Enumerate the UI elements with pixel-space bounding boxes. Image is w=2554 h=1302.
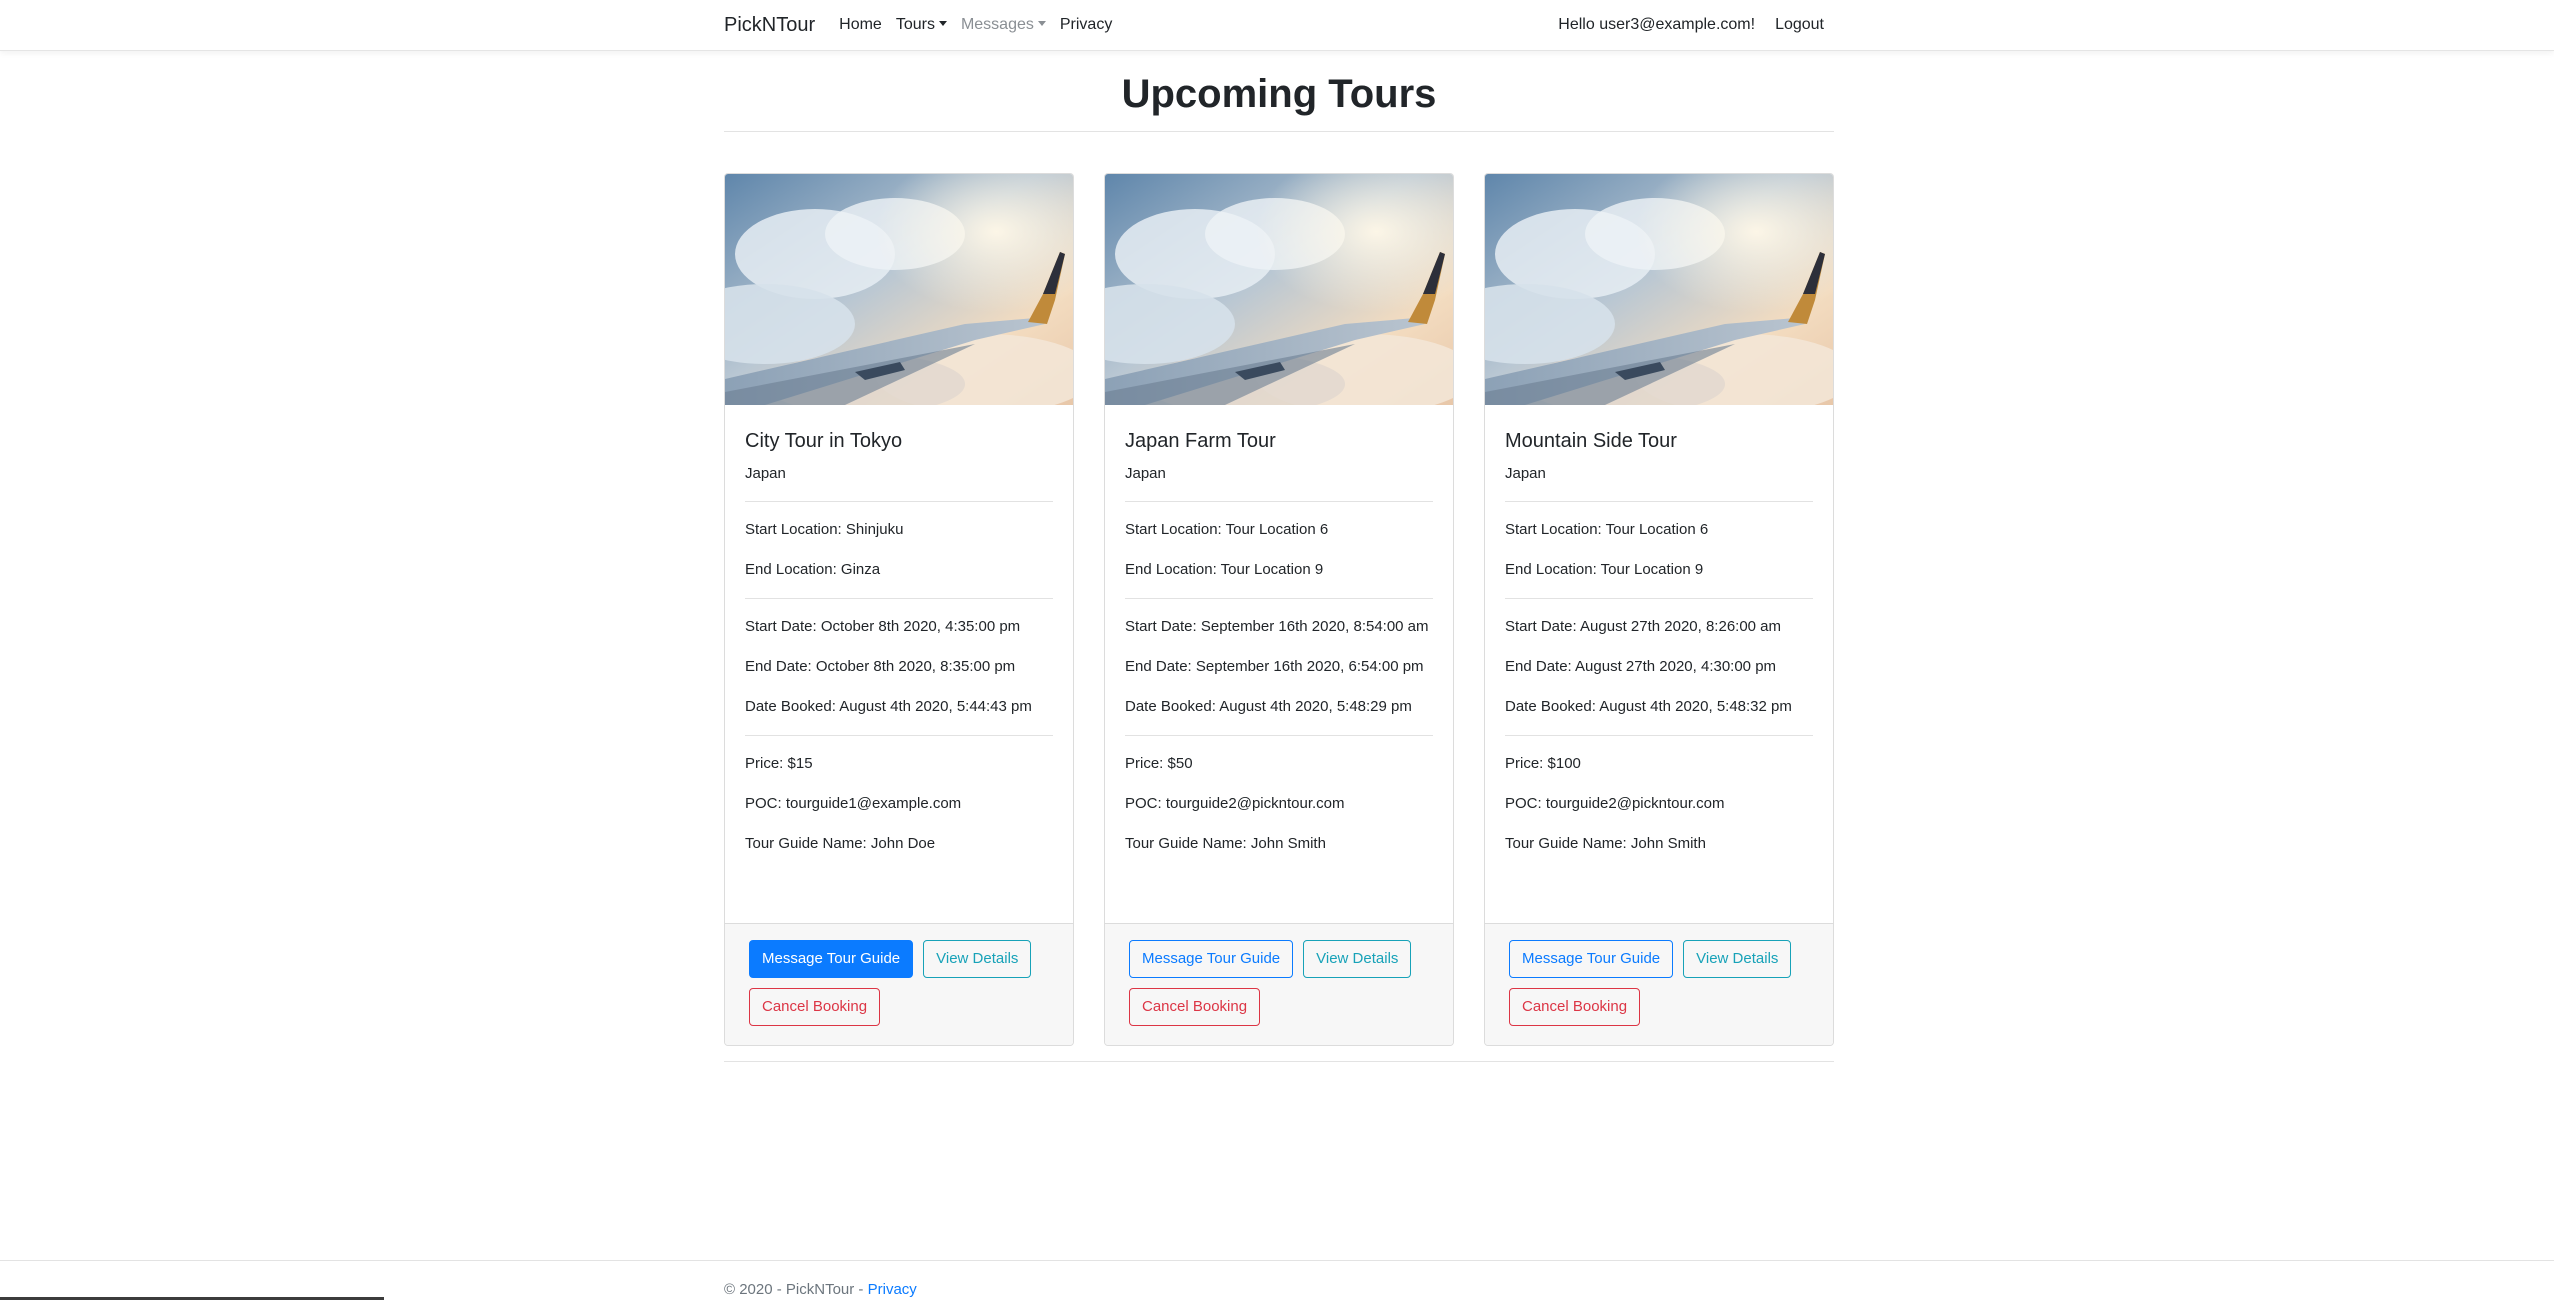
start-date: Start Date: August 27th 2020, 8:26:00 am bbox=[1505, 618, 1782, 635]
poc-email: POC: tourguide2@pickntour.com bbox=[1505, 795, 1725, 812]
tour-name: Mountain Side Tour bbox=[1505, 430, 1677, 452]
date-booked: Date Booked: August 4th 2020, 5:44:43 pm bbox=[745, 698, 1032, 715]
tour-guide-name: Tour Guide Name: John Smith bbox=[1505, 835, 1706, 852]
cancel-booking-button[interactable]: Cancel Booking bbox=[1509, 988, 1641, 1026]
card-body: Japan Farm Tour Japan Start Location: To… bbox=[1125, 405, 1433, 856]
user-greeting[interactable]: Hello user3@example.com! bbox=[1558, 16, 1755, 34]
message-tour-guide-button[interactable]: Message Tour Guide bbox=[1129, 940, 1294, 978]
navbar-right: Hello user3@example.com! Logout bbox=[1558, 16, 1834, 34]
nav-messages-dropdown[interactable]: Messages bbox=[961, 16, 1046, 34]
tour-card: Mountain Side Tour Japan Start Location:… bbox=[1484, 173, 1834, 1046]
price: Price: $50 bbox=[1125, 755, 1193, 772]
footer-privacy-link[interactable]: Privacy bbox=[868, 1281, 917, 1298]
card-footer: Message Tour Guide View Details Cancel Bo… bbox=[725, 923, 1073, 1045]
start-date: Start Date: October 8th 2020, 4:35:00 pm bbox=[745, 618, 1021, 635]
end-location: End Location: Tour Location 9 bbox=[1125, 561, 1324, 578]
cancel-booking-button[interactable]: Cancel Booking bbox=[1129, 988, 1261, 1026]
nav-home-link[interactable]: Home bbox=[839, 16, 882, 34]
tour-country: Japan bbox=[745, 465, 786, 482]
chevron-down-icon bbox=[938, 21, 947, 26]
top-navbar: PickNTour Home Tours Messages Privacy He… bbox=[0, 0, 2554, 51]
start-location: Start Location: Tour Location 6 bbox=[1125, 521, 1329, 538]
view-details-button[interactable]: View Details bbox=[1683, 940, 1792, 978]
chevron-down-icon bbox=[1037, 21, 1046, 26]
card-body: Mountain Side Tour Japan Start Location:… bbox=[1505, 405, 1813, 856]
poc-email: POC: tourguide2@pickntour.com bbox=[1125, 795, 1345, 812]
nav-messages-label: Messages bbox=[960, 16, 1034, 33]
tour-name: City Tour in Tokyo bbox=[745, 430, 903, 452]
nav-tours-dropdown[interactable]: Tours bbox=[896, 16, 947, 34]
divider bbox=[745, 598, 1053, 599]
tour-guide-name: Tour Guide Name: John Smith bbox=[1125, 835, 1326, 852]
tour-image bbox=[725, 174, 1073, 405]
start-location: Start Location: Shinjuku bbox=[745, 521, 904, 538]
divider bbox=[1505, 598, 1813, 599]
divider bbox=[1125, 598, 1433, 599]
logout-link[interactable]: Logout bbox=[1775, 16, 1824, 34]
horizontal-scrollbar[interactable] bbox=[0, 1297, 384, 1300]
divider bbox=[1125, 501, 1433, 502]
message-tour-guide-button[interactable]: Message Tour Guide bbox=[749, 940, 914, 978]
footer-divider bbox=[0, 1260, 2554, 1261]
tour-guide-name: Tour Guide Name: John Doe bbox=[745, 835, 936, 852]
divider bbox=[1505, 735, 1813, 736]
nav-privacy-link[interactable]: Privacy bbox=[1060, 16, 1112, 34]
tour-image bbox=[1485, 174, 1833, 405]
tour-card: Japan Farm Tour Japan Start Location: To… bbox=[1104, 173, 1454, 1046]
date-booked: Date Booked: August 4th 2020, 5:48:32 pm bbox=[1505, 698, 1792, 715]
footer: © 2020 - PickNTour - Privacy bbox=[724, 1281, 917, 1298]
start-date: Start Date: September 16th 2020, 8:54:00… bbox=[1125, 618, 1429, 635]
card-footer: Message Tour Guide View Details Cancel Bo… bbox=[1105, 923, 1453, 1045]
divider bbox=[745, 501, 1053, 502]
tour-country: Japan bbox=[1505, 465, 1546, 482]
title-divider bbox=[724, 131, 1834, 132]
start-location: Start Location: Tour Location 6 bbox=[1505, 521, 1709, 538]
end-location: End Location: Tour Location 9 bbox=[1505, 561, 1704, 578]
card-body: City Tour in Tokyo Japan Start Location:… bbox=[745, 405, 1053, 856]
date-booked: Date Booked: August 4th 2020, 5:48:29 pm bbox=[1125, 698, 1412, 715]
poc-email: POC: tourguide1@example.com bbox=[745, 795, 962, 812]
view-details-button[interactable]: View Details bbox=[923, 940, 1032, 978]
tour-country: Japan bbox=[1125, 465, 1166, 482]
message-tour-guide-button[interactable]: Message Tour Guide bbox=[1509, 940, 1674, 978]
tour-name: Japan Farm Tour bbox=[1125, 430, 1276, 452]
navbar-container: PickNTour Home Tours Messages Privacy He… bbox=[724, 0, 1834, 50]
divider bbox=[1125, 735, 1433, 736]
view-details-button[interactable]: View Details bbox=[1303, 940, 1412, 978]
price: Price: $100 bbox=[1505, 755, 1581, 772]
nav-tours-label: Tours bbox=[895, 16, 935, 33]
tour-card: City Tour in Tokyo Japan Start Location:… bbox=[724, 173, 1074, 1046]
page-title: Upcoming Tours bbox=[1121, 72, 1437, 116]
divider bbox=[745, 735, 1053, 736]
content-divider bbox=[724, 1061, 1834, 1062]
end-location: End Location: Ginza bbox=[745, 561, 881, 578]
tour-image bbox=[1105, 174, 1453, 405]
cancel-booking-button[interactable]: Cancel Booking bbox=[749, 988, 881, 1026]
end-date: End Date: October 8th 2020, 8:35:00 pm bbox=[745, 658, 1016, 675]
divider bbox=[1505, 501, 1813, 502]
end-date: End Date: August 27th 2020, 4:30:00 pm bbox=[1505, 658, 1777, 675]
card-footer: Message Tour Guide View Details Cancel Bo… bbox=[1485, 923, 1833, 1045]
copyright-text: © 2020 - PickNTour - bbox=[724, 1281, 868, 1298]
price: Price: $15 bbox=[745, 755, 813, 772]
end-date: End Date: September 16th 2020, 6:54:00 p… bbox=[1125, 658, 1424, 675]
brand-link[interactable]: PickNTour bbox=[724, 14, 815, 37]
